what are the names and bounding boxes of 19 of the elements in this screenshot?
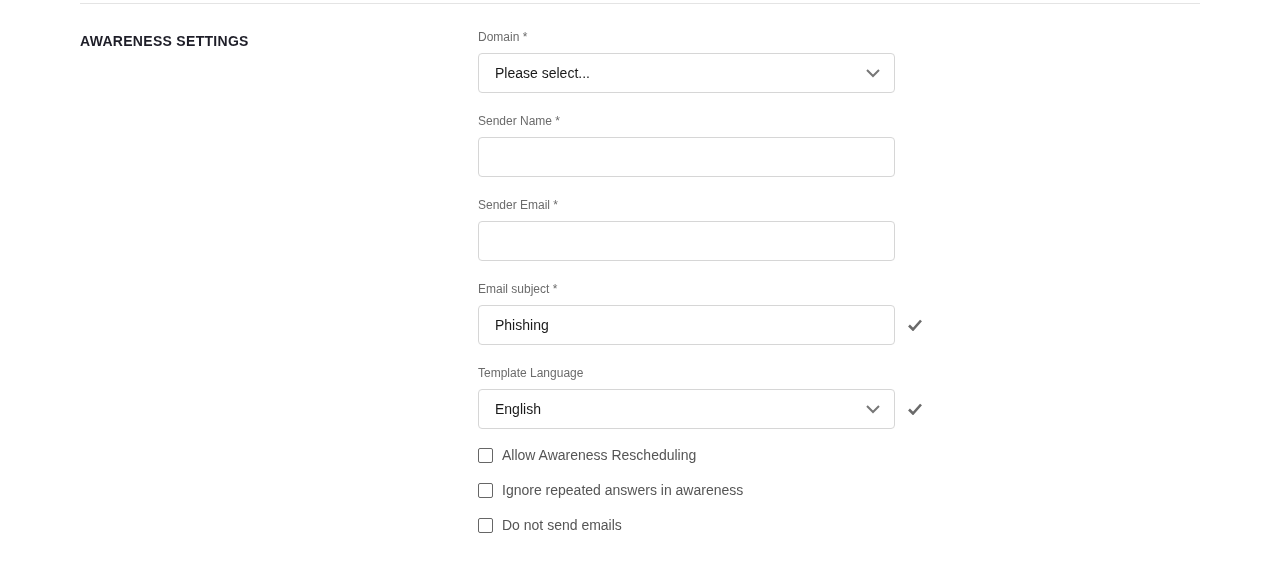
checkbox[interactable] [478,517,493,533]
input-field[interactable]: Phishing [478,305,895,345]
checkbox-label: Do not send emails [502,517,622,533]
section-title: AWARENESS SETTINGS [80,33,249,49]
field-label: Sender Name * [478,114,561,128]
field-label: Domain * [478,30,528,44]
chevron-down-icon [866,404,880,414]
input-field[interactable] [478,221,895,261]
checkbox-label: Allow Awareness Rescheduling [502,447,697,463]
field-label: Sender Email * [478,198,559,212]
field-label: Email subject * [478,282,558,296]
chevron-down-icon [866,68,880,78]
select-field[interactable]: English [478,389,895,429]
checkbox[interactable] [478,482,493,498]
select-field[interactable]: Please select... [478,53,895,93]
field-label: Template Language [478,366,584,380]
checkbox[interactable] [478,447,493,463]
checkbox-label: Ignore repeated answers in awareness [502,482,744,498]
input-field[interactable] [478,137,895,177]
